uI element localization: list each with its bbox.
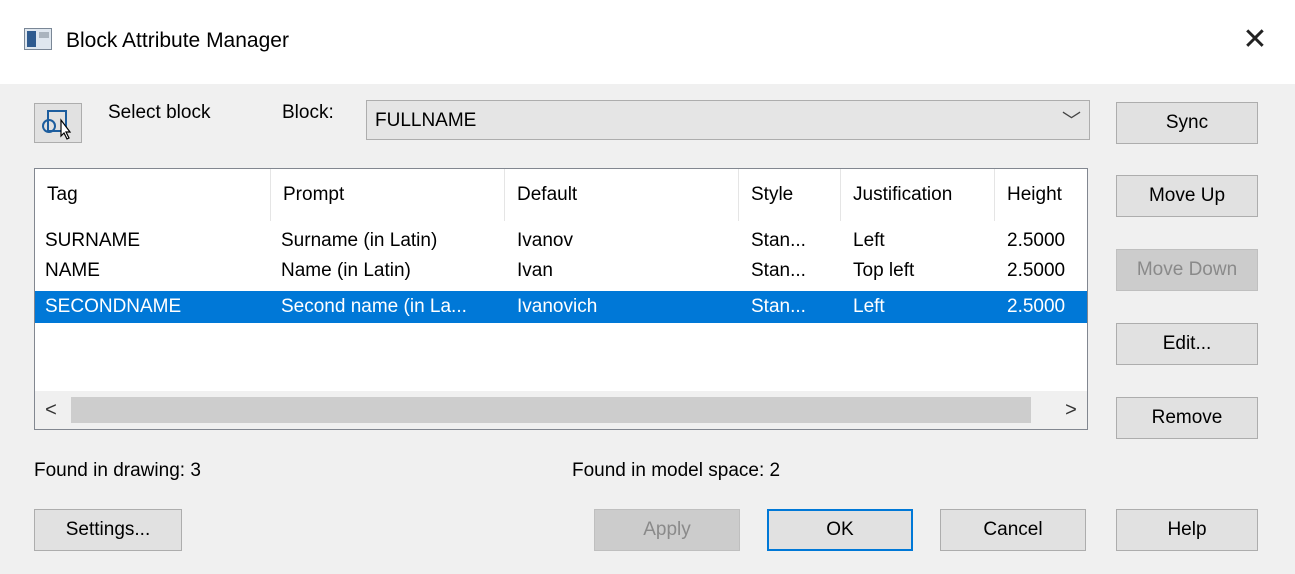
column-header-justification[interactable]: Justification [841, 169, 995, 221]
block-attribute-manager-dialog: Block Attribute Manager ✕ Select block B… [0, 0, 1295, 574]
select-object-cursor-icon [42, 110, 72, 140]
cell-prompt: Surname (in Latin) [281, 230, 438, 251]
cell-default: Ivanov [517, 230, 573, 251]
cell-height: 2.5000 [1007, 296, 1066, 317]
table-row-selected[interactable]: SECONDNAME Second name (in La... Ivanovi… [35, 291, 1087, 323]
ok-button[interactable]: OK [767, 509, 913, 551]
dialog-title: Block Attribute Manager [66, 29, 289, 52]
cell-style: Stan... [751, 230, 806, 251]
cell-prompt: Second name (in La... [281, 296, 467, 317]
remove-button[interactable]: Remove [1116, 397, 1258, 439]
cell-tag: SECONDNAME [45, 296, 182, 317]
found-in-drawing-label: Found in drawing: 3 [34, 460, 201, 481]
cell-height: 2.5000 [1007, 260, 1066, 281]
chevron-down-icon: ﹀ [1061, 111, 1081, 132]
apply-button[interactable]: Apply [594, 509, 740, 551]
title-bar: Block Attribute Manager ✕ [0, 0, 1295, 84]
column-header-tag[interactable]: Tag [35, 169, 271, 221]
block-label: Block: [282, 102, 334, 123]
cell-justification: Left [853, 230, 885, 251]
cell-prompt: Name (in Latin) [281, 260, 411, 281]
attribute-list[interactable]: Tag Prompt Default Style Justification H… [34, 168, 1088, 430]
column-header-height[interactable]: Height [995, 169, 1087, 221]
scrollbar-thumb[interactable] [71, 397, 1031, 423]
cell-default: Ivanovich [517, 296, 598, 317]
column-header-prompt[interactable]: Prompt [271, 169, 505, 221]
edit-button[interactable]: Edit... [1116, 323, 1258, 365]
column-header-default[interactable]: Default [505, 169, 739, 221]
help-button[interactable]: Help [1116, 509, 1258, 551]
sync-button[interactable]: Sync [1116, 102, 1258, 144]
found-in-model-space-label: Found in model space: 2 [572, 460, 781, 481]
cancel-button[interactable]: Cancel [940, 509, 1086, 551]
cell-justification: Top left [853, 260, 915, 281]
cell-default: Ivan [517, 260, 553, 281]
select-block-label: Select block [108, 102, 211, 123]
cell-tag: SURNAME [45, 230, 141, 251]
close-icon[interactable]: ✕ [1236, 22, 1274, 58]
move-up-button[interactable]: Move Up [1116, 175, 1258, 217]
horizontal-scrollbar[interactable]: < > [35, 391, 1087, 429]
select-block-button[interactable] [34, 103, 82, 143]
move-down-button[interactable]: Move Down [1116, 249, 1258, 291]
table-row[interactable]: SURNAME Surname (in Latin) Ivanov Stan..… [35, 227, 1087, 255]
app-icon [24, 28, 52, 50]
column-header-style[interactable]: Style [739, 169, 841, 221]
cell-tag: NAME [45, 260, 100, 281]
cell-height: 2.5000 [1007, 230, 1066, 251]
cell-style: Stan... [751, 296, 806, 317]
block-combobox[interactable]: FULLNAME ﹀ [366, 100, 1090, 140]
table-row[interactable]: NAME Name (in Latin) Ivan Stan... Top le… [35, 257, 1087, 285]
settings-button[interactable]: Settings... [34, 509, 182, 551]
scroll-left-icon[interactable]: < [35, 391, 67, 429]
block-combobox-value: FULLNAME [375, 110, 477, 131]
scroll-right-icon[interactable]: > [1055, 391, 1087, 429]
cell-style: Stan... [751, 260, 806, 281]
list-header: Tag Prompt Default Style Justification H… [35, 169, 1087, 221]
cell-justification: Left [853, 296, 885, 317]
